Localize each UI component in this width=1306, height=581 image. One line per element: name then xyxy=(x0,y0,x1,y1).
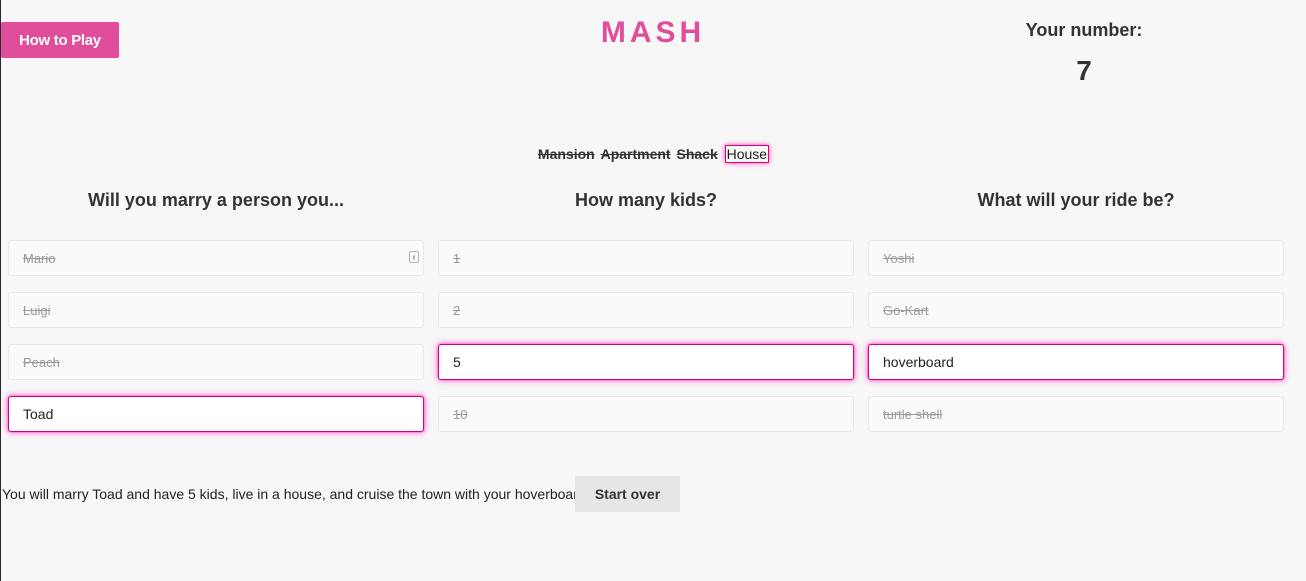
marry-option-value: Toad xyxy=(23,406,54,422)
your-number-label: Your number: xyxy=(1025,20,1143,40)
marry-option-value: Mario xyxy=(23,250,56,266)
column-title-kids: How many kids? xyxy=(574,190,718,210)
result-text: You will marry Toad and have 5 kids, liv… xyxy=(2,486,590,502)
marry-option-field[interactable]: Luigi xyxy=(8,292,424,328)
housing-option-apartment: Apartment xyxy=(600,146,671,162)
kids-option-field[interactable]: 2 xyxy=(438,292,854,328)
window-edge xyxy=(0,0,1,581)
ride-option-field[interactable]: Go-Kart xyxy=(868,292,1284,328)
ride-option-field-selected[interactable]: hoverboard xyxy=(868,344,1284,380)
ride-option-value: hoverboard xyxy=(883,354,954,370)
kids-option-value: 2 xyxy=(453,302,461,318)
start-over-button[interactable]: Start over xyxy=(575,476,680,512)
column-title-marry: Will you marry a person you... xyxy=(88,190,344,210)
your-number-value: 7 xyxy=(1076,55,1092,86)
marry-option-field-selected[interactable]: Toad xyxy=(8,396,424,432)
column-title-ride: What will your ride be? xyxy=(977,190,1175,210)
kids-option-field[interactable]: 1 xyxy=(438,240,854,276)
kids-option-field-selected[interactable]: 5 xyxy=(438,344,854,380)
ride-option-value: Yoshi xyxy=(883,250,915,266)
marry-option-value: Luigi xyxy=(23,302,51,318)
kids-option-field[interactable]: 10 xyxy=(438,396,854,432)
ride-option-value: Go-Kart xyxy=(883,302,929,318)
ride-option-field[interactable]: turtle shell xyxy=(868,396,1284,432)
housing-option-mansion: Mansion xyxy=(537,146,595,162)
ride-option-value: turtle shell xyxy=(883,406,943,422)
kids-option-value: 10 xyxy=(453,406,468,422)
housing-option-selected: House xyxy=(724,145,770,163)
ride-option-field[interactable]: Yoshi xyxy=(868,240,1284,276)
autofill-contact-icon[interactable] xyxy=(409,251,419,263)
marry-option-field[interactable]: Mario xyxy=(8,240,424,276)
housing-options: Mansion Apartment Shack House xyxy=(0,145,1306,163)
marry-option-field[interactable]: Peach xyxy=(8,344,424,380)
kids-option-value: 1 xyxy=(453,250,461,266)
your-number-panel: Your number: 7 xyxy=(984,20,1184,87)
kids-option-value: 5 xyxy=(453,354,461,370)
housing-option-shack: Shack xyxy=(676,146,718,162)
marry-option-value: Peach xyxy=(23,354,60,370)
